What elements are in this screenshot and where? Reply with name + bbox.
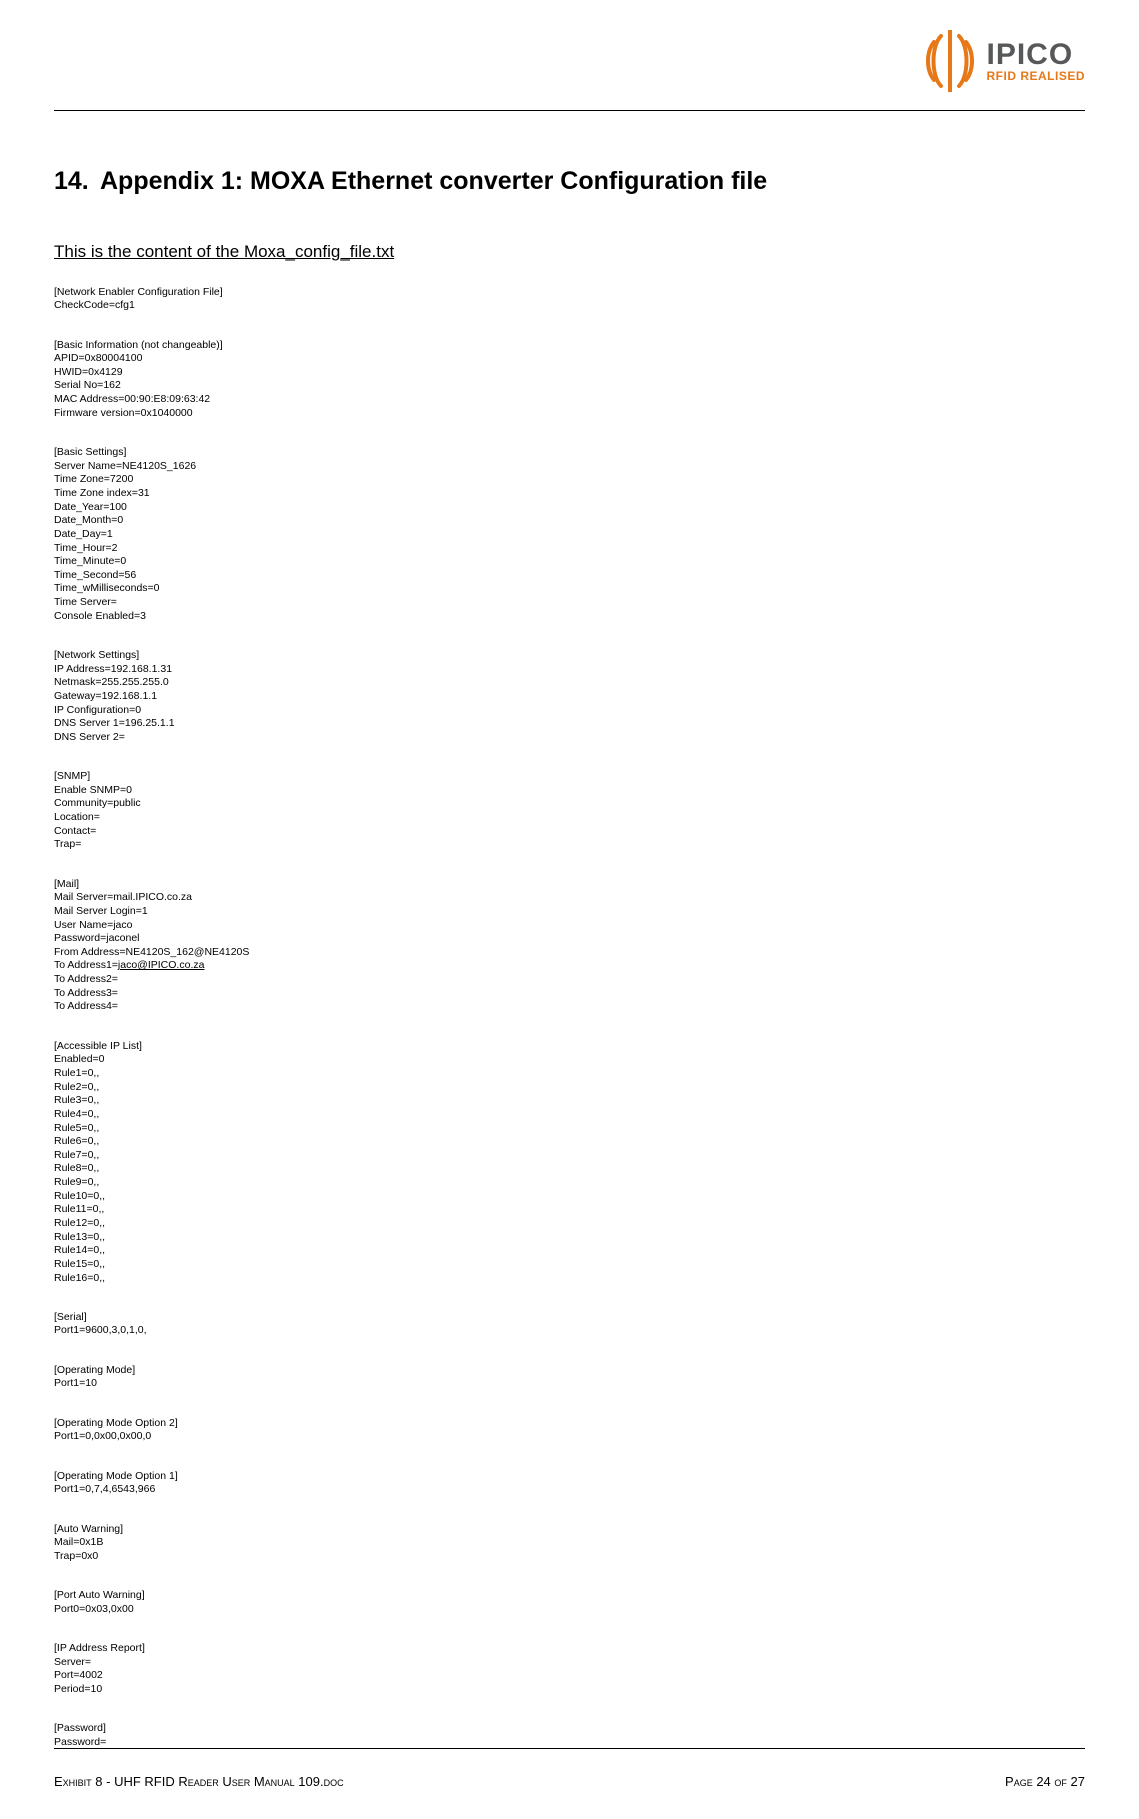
page-header: IPICO RFID REALISED — [54, 20, 1085, 111]
brand-text: IPICO — [986, 39, 1085, 71]
section-number: 14. — [54, 167, 100, 196]
cfg-op-mode-opt1: [Operating Mode Option 1] Port1=0,7,4,65… — [54, 1470, 1085, 1497]
section-title-text: Appendix 1: MOXA Ethernet converter Conf… — [100, 167, 767, 196]
page-footer: Exhibit 8 - UHF RFID Reader User Manual … — [54, 1774, 1085, 1789]
cfg-mail: [Mail] Mail Server=mail.IPICO.co.za Mail… — [54, 878, 1085, 1014]
footer-doc-name: Exhibit 8 - UHF RFID Reader User Manual … — [54, 1774, 344, 1789]
mail-to1-label: To Address1= — [54, 959, 118, 971]
config-file-content: [Network Enabler Configuration File] Che… — [54, 272, 1085, 1789]
ipico-mark-icon — [922, 30, 978, 92]
footer-rule — [54, 1748, 1085, 1749]
cfg-network-enabler: [Network Enabler Configuration File] Che… — [54, 286, 1085, 313]
cfg-ip-addr-report: [IP Address Report] Server= Port=4002 Pe… — [54, 1642, 1085, 1697]
cfg-op-mode-opt2: [Operating Mode Option 2] Port1=0,0x00,0… — [54, 1417, 1085, 1444]
cfg-snmp: [SNMP] Enable SNMP=0 Community=public Lo… — [54, 770, 1085, 852]
brand-logo: IPICO RFID REALISED — [922, 30, 1085, 92]
section-subheading: This is the content of the Moxa_config_f… — [54, 242, 1085, 262]
cfg-password: [Password] Password= — [54, 1722, 1085, 1749]
brand-tagline: RFID REALISED — [986, 70, 1085, 83]
cfg-auto-warning: [Auto Warning] Mail=0x1B Trap=0x0 — [54, 1523, 1085, 1564]
cfg-network-settings: [Network Settings] IP Address=192.168.1.… — [54, 649, 1085, 744]
cfg-basic-settings: [Basic Settings] Server Name=NE4120S_162… — [54, 446, 1085, 623]
section-heading: 14. Appendix 1: MOXA Ethernet converter … — [54, 167, 1085, 196]
footer-page-number: Page 24 of 27 — [1005, 1774, 1085, 1789]
cfg-op-mode: [Operating Mode] Port1=10 — [54, 1364, 1085, 1391]
cfg-accessible-ip: [Accessible IP List] Enabled=0 Rule1=0,,… — [54, 1040, 1085, 1286]
mail-to1-link[interactable]: jaco@IPICO.co.za — [118, 959, 205, 971]
cfg-port-auto-warning: [Port Auto Warning] Port0=0x03,0x00 — [54, 1589, 1085, 1616]
cfg-basic-info: [Basic Information (not changeable)] API… — [54, 339, 1085, 421]
cfg-serial: [Serial] Port1=9600,3,0,1,0, — [54, 1311, 1085, 1338]
